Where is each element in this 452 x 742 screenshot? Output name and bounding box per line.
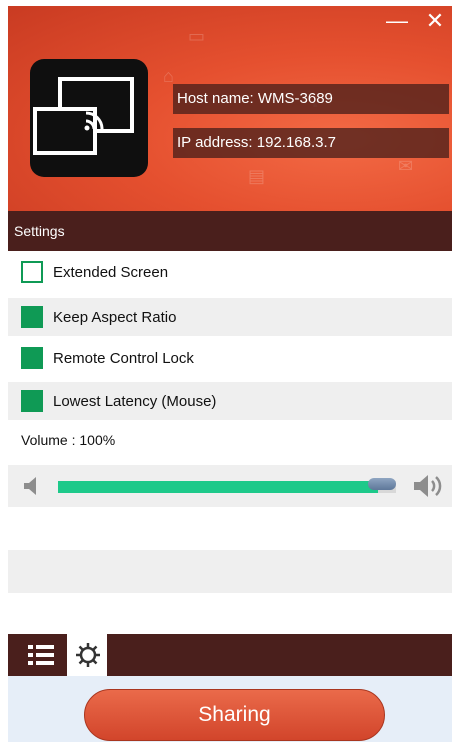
background-decor-icon: ✉ bbox=[398, 156, 414, 176]
volume-slider-fill bbox=[58, 481, 378, 493]
volume-label: Volume : 100% bbox=[21, 432, 116, 448]
option-label: Lowest Latency (Mouse) bbox=[53, 392, 217, 410]
host-name-field: Host name: WMS-3689 bbox=[173, 84, 449, 114]
extended-screen-checkbox[interactable] bbox=[21, 261, 43, 283]
close-icon: ✕ bbox=[425, 8, 445, 33]
tab-list[interactable] bbox=[22, 634, 62, 676]
ip-address-field: IP address: 192.168.3.7 bbox=[173, 128, 449, 158]
bottom-tab-bar bbox=[8, 634, 452, 676]
volume-control bbox=[8, 465, 452, 507]
option-lowest-latency[interactable]: Lowest Latency (Mouse) bbox=[8, 382, 452, 420]
speaker-loud-icon[interactable] bbox=[412, 473, 446, 504]
lowest-latency-checkbox[interactable] bbox=[21, 390, 43, 412]
keep-aspect-ratio-checkbox[interactable] bbox=[21, 306, 43, 328]
header-banner: ▭ ◔ ✉ ▤ ⌂ — ✕ Host name: WMS-3689 IP add… bbox=[8, 6, 452, 211]
list-icon bbox=[28, 644, 54, 671]
option-remote-control-lock[interactable]: Remote Control Lock bbox=[8, 339, 452, 377]
background-decor-icon: ▤ bbox=[248, 166, 266, 186]
settings-title: Settings bbox=[8, 211, 452, 251]
screen-cast-logo-icon bbox=[30, 59, 148, 177]
option-keep-aspect-ratio[interactable]: Keep Aspect Ratio bbox=[8, 298, 452, 336]
empty-row bbox=[8, 550, 452, 593]
close-button[interactable]: ✕ bbox=[422, 8, 448, 34]
minimize-button[interactable]: — bbox=[384, 8, 410, 34]
footer: Sharing bbox=[8, 676, 452, 742]
gear-icon bbox=[74, 641, 102, 674]
sharing-button[interactable]: Sharing bbox=[84, 689, 385, 741]
tab-settings[interactable] bbox=[67, 634, 107, 676]
volume-slider-thumb[interactable] bbox=[368, 478, 396, 490]
option-label: Remote Control Lock bbox=[53, 349, 194, 367]
volume-slider[interactable] bbox=[58, 481, 396, 493]
option-label: Extended Screen bbox=[53, 263, 169, 281]
option-label: Keep Aspect Ratio bbox=[53, 308, 177, 326]
minimize-icon: — bbox=[386, 8, 408, 33]
background-decor-icon: ▭ bbox=[188, 26, 206, 46]
option-extended-screen[interactable]: Extended Screen bbox=[8, 253, 452, 291]
speaker-mute-icon[interactable] bbox=[22, 475, 42, 502]
remote-control-lock-checkbox[interactable] bbox=[21, 347, 43, 369]
